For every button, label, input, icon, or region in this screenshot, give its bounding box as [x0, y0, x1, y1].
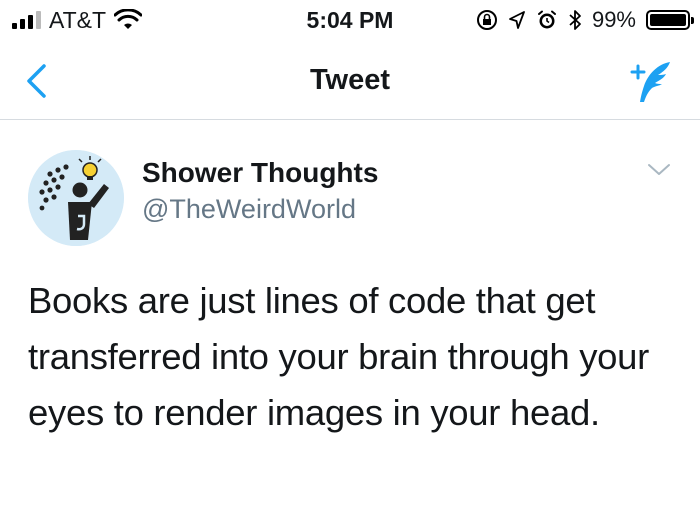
location-icon [509, 11, 525, 29]
tweet-text: Books are just lines of code that get tr… [28, 280, 650, 433]
tweet-header: Shower Thoughts @TheWeirdWorld [0, 120, 700, 250]
battery-percent: 99% [591, 7, 636, 32]
compose-tweet-icon[interactable] [624, 58, 674, 104]
chevron-down-icon[interactable] [646, 160, 672, 180]
page-title: Tweet [309, 64, 391, 96]
nav-bar: Tweet [0, 40, 700, 120]
battery-icon [646, 10, 694, 30]
avatar[interactable] [28, 150, 124, 246]
author-handle[interactable]: @TheWeirdWorld [142, 192, 356, 226]
author-name[interactable]: Shower Thoughts [142, 156, 378, 190]
status-right: 99% [476, 6, 694, 34]
tweet-screen: AT&T 5:04 PM 99% Tweet Shower Thoughts @… [0, 0, 700, 529]
status-bar: AT&T 5:04 PM 99% [0, 0, 700, 40]
shower-thoughts-logo-icon [28, 150, 124, 246]
bluetooth-icon [569, 10, 581, 30]
alarm-icon [537, 10, 556, 29]
screen-lock-icon [476, 10, 497, 30]
